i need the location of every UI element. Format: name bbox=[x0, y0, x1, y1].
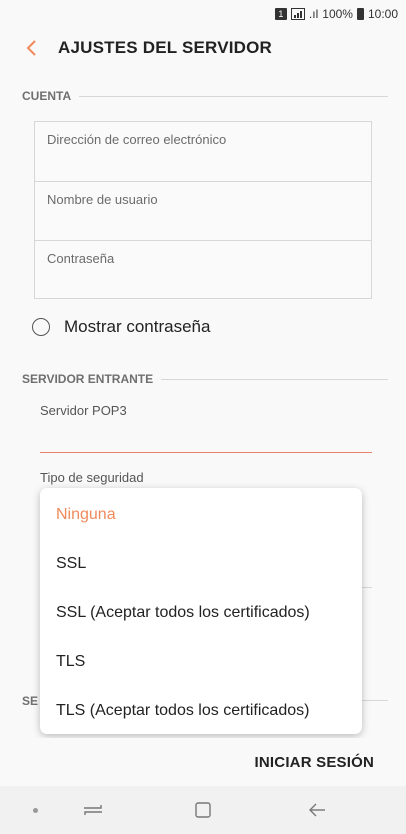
bottom-action-bar: INICIAR SESIÓN bbox=[0, 738, 406, 786]
recent-apps-icon bbox=[84, 805, 102, 815]
username-field[interactable]: Nombre de usuario bbox=[35, 181, 371, 240]
password-field[interactable]: Contraseña bbox=[35, 240, 371, 299]
show-password-toggle[interactable]: Mostrar contraseña bbox=[32, 315, 210, 339]
dropdown-option-ssl-all-certs[interactable]: SSL (Aceptar todos los certificados) bbox=[40, 588, 362, 637]
section-divider bbox=[161, 378, 388, 380]
back-arrow-icon bbox=[309, 803, 325, 817]
account-fields-box: Dirección de correo electrónico Nombre d… bbox=[34, 121, 372, 299]
battery-percent: 100% bbox=[322, 7, 353, 21]
dropdown-option-tls-all-certs[interactable]: TLS (Aceptar todos los certificados) bbox=[40, 686, 362, 734]
dropdown-option-ninguna[interactable]: Ninguna bbox=[40, 490, 362, 539]
back-button[interactable] bbox=[16, 33, 46, 63]
signin-button[interactable]: INICIAR SESIÓN bbox=[255, 754, 374, 771]
pop3-server-input[interactable] bbox=[40, 422, 372, 453]
home-icon bbox=[195, 802, 211, 818]
nav-back-button[interactable] bbox=[304, 798, 330, 822]
section-divider bbox=[360, 700, 388, 701]
section-divider bbox=[79, 95, 388, 97]
signal-text: .ıl bbox=[308, 7, 319, 21]
dropdown-option-ssl[interactable]: SSL bbox=[40, 539, 362, 588]
email-field[interactable]: Dirección de correo electrónico bbox=[35, 122, 371, 181]
show-password-radio[interactable] bbox=[32, 318, 50, 336]
dropdown-option-tls[interactable]: TLS bbox=[40, 637, 362, 686]
section-header-incoming: SERVIDOR ENTRANTE bbox=[22, 372, 388, 386]
nav-dot-icon bbox=[33, 808, 38, 813]
status-bar: 1 .ıl 100% 10:00 bbox=[0, 0, 406, 28]
sim-icon: 1 bbox=[274, 8, 287, 20]
signal-icon bbox=[290, 8, 305, 20]
section-header-cuenta: CUENTA bbox=[22, 89, 388, 103]
username-placeholder: Nombre de usuario bbox=[47, 192, 158, 207]
recent-apps-button[interactable] bbox=[80, 798, 106, 822]
page-title: AJUSTES DEL SERVIDOR bbox=[58, 38, 273, 57]
show-password-label: Mostrar contraseña bbox=[64, 317, 211, 336]
app-bar: AJUSTES DEL SERVIDOR bbox=[0, 28, 406, 68]
email-placeholder: Dirección de correo electrónico bbox=[47, 132, 227, 147]
section-label-incoming: SERVIDOR ENTRANTE bbox=[22, 372, 154, 386]
nav-bar bbox=[0, 786, 406, 834]
home-button[interactable] bbox=[190, 798, 216, 822]
clipped-section-label: SE bbox=[22, 694, 39, 708]
battery-icon bbox=[356, 8, 364, 20]
password-placeholder: Contraseña bbox=[47, 251, 115, 266]
security-type-dropdown: Ninguna SSL SSL (Aceptar todos los certi… bbox=[40, 488, 362, 734]
status-time: 10:00 bbox=[367, 7, 398, 21]
security-type-label: Tipo de seguridad bbox=[40, 470, 144, 485]
pop3-label: Servidor POP3 bbox=[40, 403, 127, 418]
chevron-left-icon bbox=[26, 40, 36, 56]
section-label-cuenta: CUENTA bbox=[22, 89, 72, 103]
